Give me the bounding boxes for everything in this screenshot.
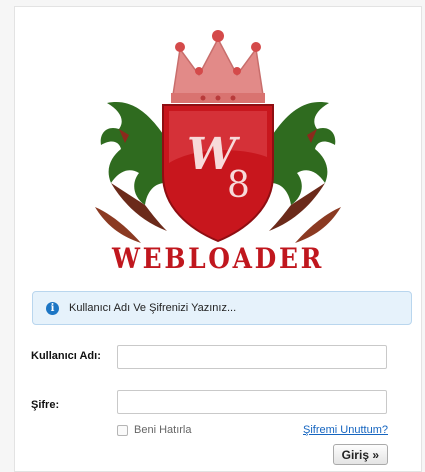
username-input[interactable]: [117, 345, 387, 369]
remember-me[interactable]: Beni Hatırla: [117, 424, 191, 436]
username-label: Kullanıcı Adı:: [31, 350, 101, 362]
logo-wordmark: WEBLOADER: [111, 242, 324, 275]
right-dragon-icon: [269, 102, 341, 243]
logo-monogram-number: 8: [227, 165, 250, 206]
remember-me-label: Beni Hatırla: [134, 424, 192, 436]
forgot-password-link[interactable]: Şifremi Unuttum?: [303, 424, 388, 436]
login-panel: W 8 WEBLOADER i Kullanıcı Adı Ve Şifreni…: [14, 6, 422, 472]
remember-me-checkbox[interactable]: [117, 424, 128, 436]
shield-icon: W 8: [162, 104, 274, 243]
crown-icon: [171, 30, 265, 103]
info-message: i Kullanıcı Adı Ve Şifrenizi Yazınız...: [32, 291, 412, 325]
password-label: Şifre:: [31, 399, 60, 411]
info-message-text: Kullanıcı Adı Ve Şifrenizi Yazınız...: [69, 302, 237, 314]
webloader-logo: W 8 WEBLOADER: [15, 7, 421, 277]
info-icon: i: [46, 301, 59, 315]
login-button[interactable]: Giriş »: [332, 444, 388, 465]
password-input[interactable]: [117, 390, 387, 414]
left-dragon-icon: [95, 102, 167, 243]
logo-emblem: W 8 WEBLOADER: [95, 30, 341, 275]
